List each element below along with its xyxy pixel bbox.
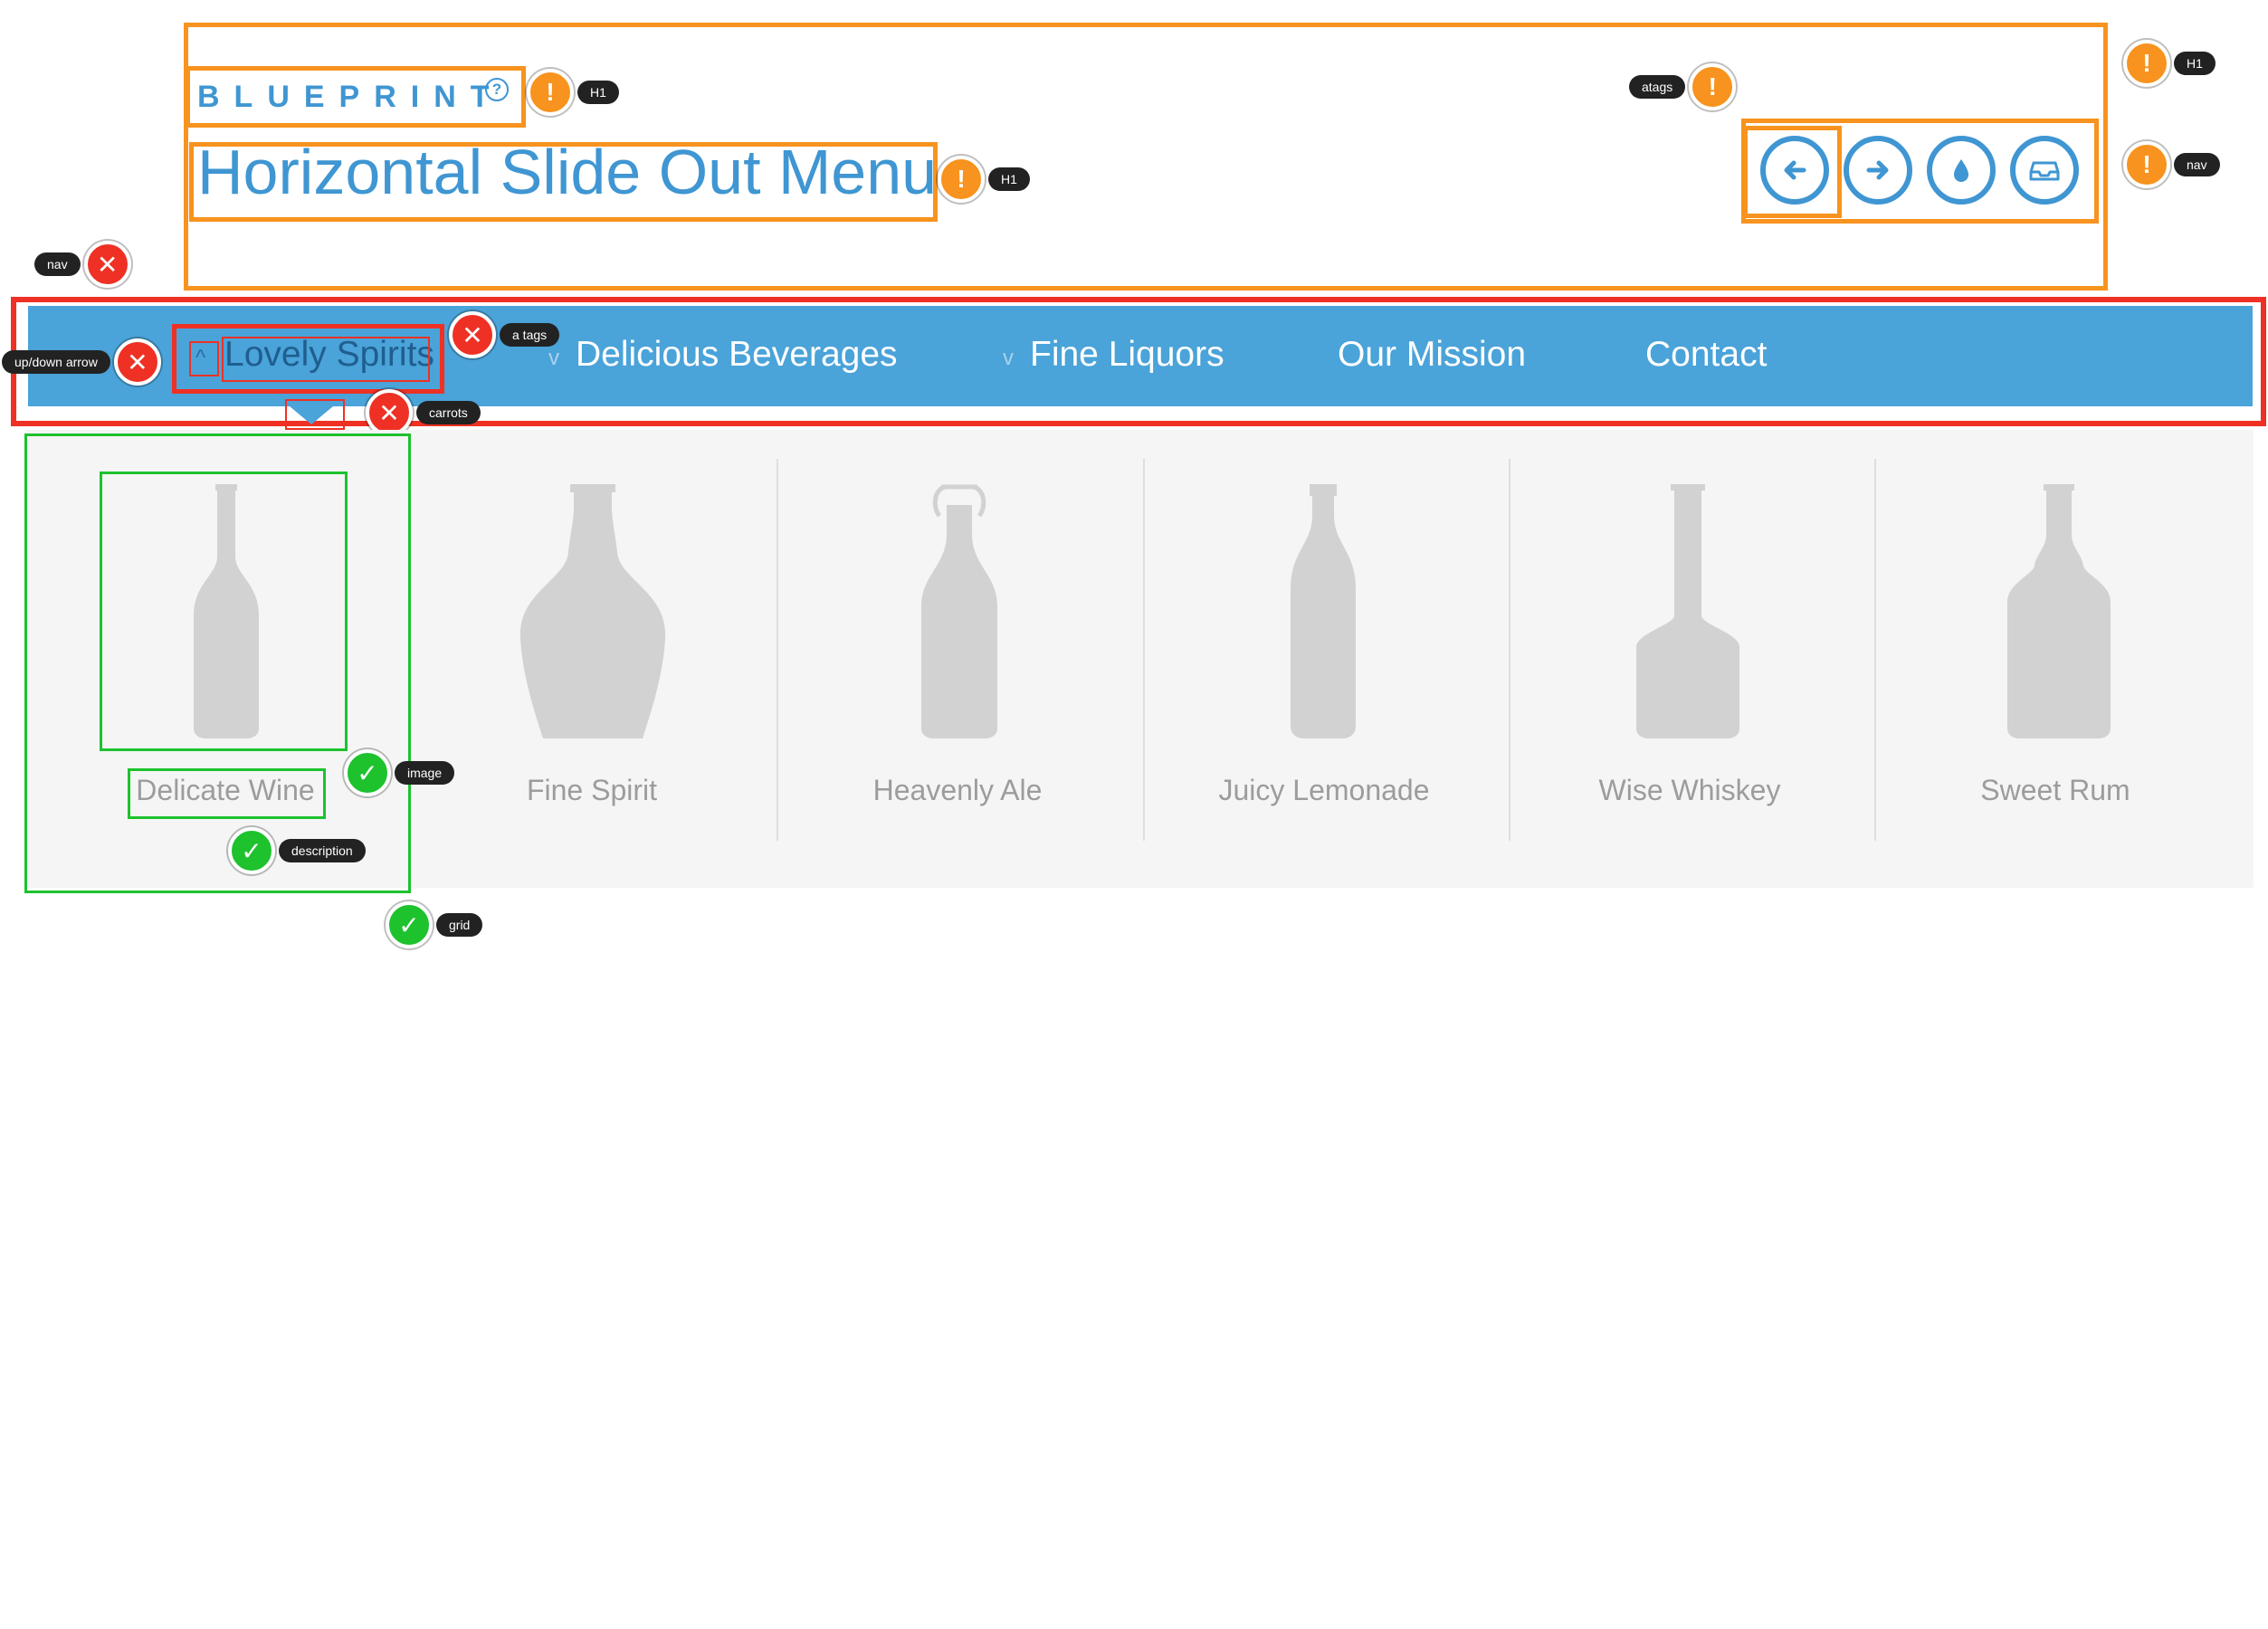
whiskey-bottle-icon[interactable]: [1629, 480, 1747, 742]
product-label-fine-spirit[interactable]: Fine Spirit: [420, 774, 764, 807]
grid-divider: [1874, 459, 1876, 841]
nav-item-contact[interactable]: Contact: [1645, 335, 1767, 375]
rum-bottle-icon[interactable]: [2000, 480, 2118, 742]
annotation-label: nav: [2174, 153, 2220, 176]
annotation-label: atags: [1629, 75, 1686, 99]
spirit-bottle-icon[interactable]: [516, 480, 670, 742]
warning-icon: !: [938, 156, 985, 203]
error-icon: ✕: [449, 311, 496, 358]
error-icon: ✕: [113, 338, 161, 386]
warning-icon: !: [2123, 141, 2170, 188]
warning-icon: !: [527, 69, 574, 116]
annotation-label: description: [279, 839, 366, 862]
annotation-h1-header: ! H1: [2123, 40, 2216, 87]
annotation-label: H1: [577, 81, 619, 104]
nav-item-fine-liquors[interactable]: Fine Liquors: [1030, 335, 1225, 375]
annotation-grid: ✓ grid: [386, 901, 483, 948]
atag-annotation-box: [1743, 126, 1842, 218]
annotation-h1-title: ! H1: [938, 156, 1030, 203]
chevron-down-icon[interactable]: v: [1003, 346, 1014, 371]
annotation-image: ✓ image: [344, 749, 455, 796]
annotation-h1-brand: ! H1: [527, 69, 619, 116]
arrow-annotation-box: [189, 341, 219, 376]
annotation-label: nav: [34, 252, 81, 276]
lemonade-bottle-icon[interactable]: [1278, 480, 1368, 742]
check-icon: ✓: [228, 827, 275, 874]
grid-divider: [1509, 459, 1510, 841]
annotation-atags: atags !: [1629, 63, 1737, 110]
annotation-label: image: [395, 761, 455, 785]
check-icon: ✓: [344, 749, 391, 796]
check-icon: ✓: [386, 901, 433, 948]
annotation-label: carrots: [416, 401, 481, 424]
annotation-label: a tags: [500, 323, 560, 347]
product-label-wise-whiskey[interactable]: Wise Whiskey: [1518, 774, 1862, 807]
error-icon: ✕: [83, 241, 131, 288]
product-label-heavenly-ale[interactable]: Heavenly Ale: [786, 774, 1129, 807]
product-label-sweet-rum[interactable]: Sweet Rum: [1883, 774, 2227, 807]
annotation-nav-main: nav ✕: [34, 241, 131, 288]
annotation-description: ✓ description: [228, 827, 366, 874]
product-label-juicy-lemonade[interactable]: Juicy Lemonade: [1152, 774, 1496, 807]
title-annotation-box: [189, 142, 938, 222]
carrot-annotation-box: [285, 399, 345, 430]
annotation-updown-arrow: up/down arrow ✕: [2, 338, 161, 386]
annotation-nav-header: ! nav: [2123, 141, 2220, 188]
nav-item-our-mission[interactable]: Our Mission: [1338, 335, 1526, 375]
brand-annotation-box: [186, 66, 526, 128]
ale-bottle-icon[interactable]: [914, 480, 1005, 742]
a-tag-inner-annotation-box: [222, 337, 430, 382]
annotation-label: grid: [436, 913, 483, 937]
warning-icon: !: [2123, 40, 2170, 87]
description-annotation-box: [128, 768, 326, 819]
grid-divider: [777, 459, 778, 841]
annotation-label: H1: [2174, 52, 2216, 75]
image-annotation-box: [100, 472, 348, 751]
annotation-label: up/down arrow: [2, 350, 110, 374]
grid-divider: [1143, 459, 1145, 841]
annotation-a-tags: ✕ a tags: [449, 311, 560, 358]
annotation-label: H1: [988, 167, 1030, 191]
nav-item-delicious-beverages[interactable]: Delicious Beverages: [576, 335, 898, 375]
warning-icon: !: [1689, 63, 1737, 110]
